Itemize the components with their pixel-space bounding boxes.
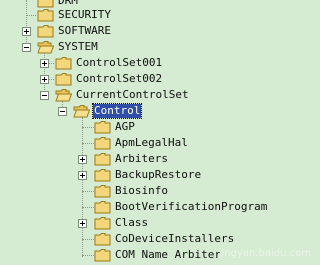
tree-node-label[interactable]: AGP (114, 120, 136, 134)
tree-node-label[interactable]: SYSTEM (57, 40, 99, 54)
tree-node-label[interactable]: Biosinfo (114, 184, 169, 198)
expand-plus-icon[interactable] (78, 171, 87, 180)
tree-line (82, 239, 94, 240)
tree-line (82, 191, 94, 192)
folder-icon (55, 57, 72, 70)
open-folder-icon (55, 89, 72, 102)
watermark: jingyan.baidu.com (218, 248, 311, 259)
tree-node-label[interactable]: SOFTWARE (57, 24, 112, 38)
expand-plus-icon[interactable] (40, 75, 49, 84)
registry-tree: DRM SECURITY SOFTWARE SYSTEM ControlSet0… (0, 0, 315, 265)
collapse-minus-icon[interactable] (22, 43, 31, 52)
folder-icon (94, 121, 111, 134)
tree-line (26, 15, 36, 16)
tree-node-label-selected[interactable]: Control (91, 103, 143, 119)
folder-icon (94, 217, 111, 230)
folder-icon (94, 137, 111, 150)
tree-node-label[interactable]: ControlSet001 (75, 56, 163, 70)
folder-icon (37, 25, 54, 38)
folder-icon (94, 185, 111, 198)
tree-node-label[interactable]: ApmLegalHal (114, 136, 189, 150)
tree-node-label[interactable]: DRM (57, 0, 79, 8)
folder-icon (94, 169, 111, 182)
tree-node-label[interactable]: COM Name Arbiter (114, 248, 222, 262)
expand-plus-icon[interactable] (40, 59, 49, 68)
folder-icon (94, 153, 111, 166)
tree-line (82, 127, 94, 128)
tree-line (82, 143, 94, 144)
folder-icon (55, 73, 72, 86)
tree-node-label[interactable]: CoDeviceInstallers (114, 232, 235, 246)
folder-icon (37, 0, 54, 8)
tree-line (26, 0, 27, 48)
tree-line (82, 117, 83, 257)
tree-line (82, 255, 94, 256)
collapse-minus-icon[interactable] (58, 107, 67, 116)
collapse-minus-icon[interactable] (40, 91, 49, 100)
tree-node-label[interactable]: ControlSet002 (75, 72, 163, 86)
expand-plus-icon[interactable] (78, 155, 87, 164)
tree-node-label[interactable]: BackupRestore (114, 168, 202, 182)
tree-node-label[interactable]: Arbiters (114, 152, 169, 166)
open-folder-icon (73, 105, 90, 118)
folder-icon (37, 9, 54, 22)
tree-node-label[interactable]: BootVerificationProgram (114, 200, 268, 214)
tree-line (82, 207, 94, 208)
tree-node-label[interactable]: Class (114, 216, 149, 230)
folder-icon (94, 201, 111, 214)
expand-plus-icon[interactable] (78, 219, 87, 228)
folder-icon (94, 249, 111, 262)
open-folder-icon (37, 41, 54, 54)
folder-icon (94, 233, 111, 246)
tree-node-label[interactable]: CurrentControlSet (75, 88, 190, 102)
tree-node-label[interactable]: SECURITY (57, 8, 112, 22)
expand-plus-icon[interactable] (22, 27, 31, 36)
